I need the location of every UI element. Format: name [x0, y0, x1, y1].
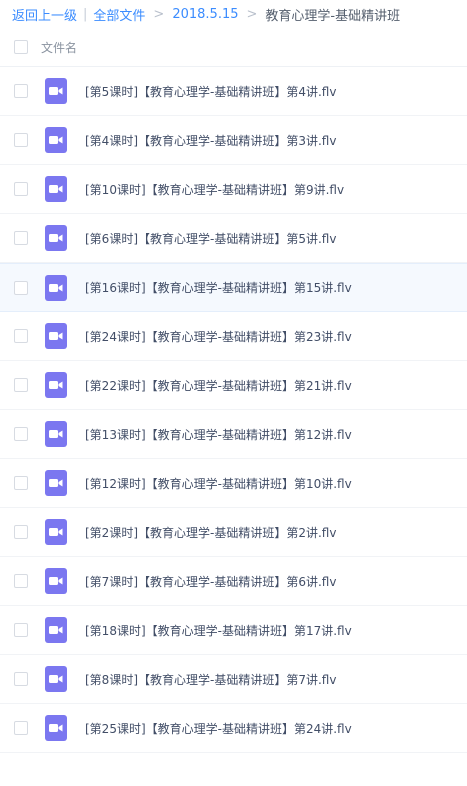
- file-row[interactable]: [第8课时]【教育心理学-基础精讲班】第7讲.flv: [0, 655, 467, 704]
- file-row[interactable]: [第22课时]【教育心理学-基础精讲班】第21讲.flv: [0, 361, 467, 410]
- file-name[interactable]: [第10课时]【教育心理学-基础精讲班】第9讲.flv: [85, 181, 344, 198]
- breadcrumb: 返回上一级 | 全部文件 > 2018.5.15 > 教育心理学-基础精讲班: [0, 0, 467, 28]
- video-file-icon: [45, 421, 67, 447]
- file-name[interactable]: [第5课时]【教育心理学-基础精讲班】第4讲.flv: [85, 83, 336, 100]
- row-checkbox[interactable]: [14, 672, 28, 686]
- row-checkbox[interactable]: [14, 574, 28, 588]
- file-row[interactable]: [第6课时]【教育心理学-基础精讲班】第5讲.flv: [0, 214, 467, 263]
- filename-column-header[interactable]: 文件名: [41, 39, 77, 56]
- file-name[interactable]: [第25课时]【教育心理学-基础精讲班】第24讲.flv: [85, 720, 352, 737]
- select-all-checkbox[interactable]: [14, 40, 28, 54]
- video-file-icon: [45, 470, 67, 496]
- video-file-icon: [45, 225, 67, 251]
- breadcrumb-all-files[interactable]: 全部文件: [93, 5, 145, 24]
- breadcrumb-arrow: >: [246, 6, 258, 22]
- file-name[interactable]: [第18课时]【教育心理学-基础精讲班】第17讲.flv: [85, 622, 352, 639]
- row-checkbox[interactable]: [14, 182, 28, 196]
- video-file-icon: [45, 274, 67, 301]
- file-name[interactable]: [第12课时]【教育心理学-基础精讲班】第10讲.flv: [85, 475, 352, 492]
- file-name[interactable]: [第13课时]【教育心理学-基础精讲班】第12讲.flv: [85, 426, 352, 443]
- row-checkbox[interactable]: [14, 721, 28, 735]
- file-row[interactable]: [第12课时]【教育心理学-基础精讲班】第10讲.flv: [0, 459, 467, 508]
- video-file-icon: [45, 519, 67, 545]
- file-name[interactable]: [第7课时]【教育心理学-基础精讲班】第6讲.flv: [85, 573, 336, 590]
- breadcrumb-divider: |: [83, 6, 88, 22]
- file-row[interactable]: [第25课时]【教育心理学-基础精讲班】第24讲.flv: [0, 704, 467, 753]
- row-checkbox[interactable]: [14, 623, 28, 637]
- row-checkbox[interactable]: [14, 84, 28, 98]
- row-checkbox[interactable]: [14, 525, 28, 539]
- file-name[interactable]: [第6课时]【教育心理学-基础精讲班】第5讲.flv: [85, 230, 336, 247]
- video-file-icon: [45, 617, 67, 643]
- video-file-icon: [45, 715, 67, 741]
- file-row[interactable]: [第18课时]【教育心理学-基础精讲班】第17讲.flv: [0, 606, 467, 655]
- row-checkbox[interactable]: [14, 280, 28, 295]
- file-name[interactable]: [第4课时]【教育心理学-基础精讲班】第3讲.flv: [85, 132, 336, 149]
- file-name[interactable]: [第8课时]【教育心理学-基础精讲班】第7讲.flv: [85, 671, 336, 688]
- list-header: 文件名: [0, 28, 467, 67]
- file-browser: 返回上一级 | 全部文件 > 2018.5.15 > 教育心理学-基础精讲班 文…: [0, 0, 467, 786]
- video-file-icon: [45, 176, 67, 202]
- row-checkbox[interactable]: [14, 378, 28, 392]
- video-file-icon: [45, 568, 67, 594]
- video-file-icon: [45, 323, 67, 349]
- breadcrumb-current: 教育心理学-基础精讲班: [265, 8, 401, 24]
- file-name[interactable]: [第22课时]【教育心理学-基础精讲班】第21讲.flv: [85, 377, 352, 394]
- file-list: [第5课时]【教育心理学-基础精讲班】第4讲.flv [第4课时]【教育心理学-基…: [0, 67, 467, 753]
- video-file-icon: [45, 666, 67, 692]
- file-name[interactable]: [第2课时]【教育心理学-基础精讲班】第2讲.flv: [85, 524, 336, 541]
- video-file-icon: [45, 127, 67, 153]
- file-name[interactable]: [第16课时]【教育心理学-基础精讲班】第15讲.flv: [85, 279, 352, 296]
- file-row[interactable]: [第24课时]【教育心理学-基础精讲班】第23讲.flv: [0, 312, 467, 361]
- video-file-icon: [45, 78, 67, 104]
- file-row[interactable]: [第4课时]【教育心理学-基础精讲班】第3讲.flv: [0, 116, 467, 165]
- row-checkbox[interactable]: [14, 133, 28, 147]
- file-row[interactable]: [第10课时]【教育心理学-基础精讲班】第9讲.flv: [0, 165, 467, 214]
- row-checkbox[interactable]: [14, 329, 28, 343]
- video-file-icon: [45, 372, 67, 398]
- row-checkbox[interactable]: [14, 231, 28, 245]
- file-row[interactable]: [第2课时]【教育心理学-基础精讲班】第2讲.flv: [0, 508, 467, 557]
- file-row[interactable]: [第5课时]【教育心理学-基础精讲班】第4讲.flv: [0, 67, 467, 116]
- file-row[interactable]: [第16课时]【教育心理学-基础精讲班】第15讲.flv: [0, 263, 467, 312]
- breadcrumb-arrow: >: [153, 6, 165, 22]
- back-link[interactable]: 返回上一级: [12, 5, 77, 24]
- file-row[interactable]: [第13课时]【教育心理学-基础精讲班】第12讲.flv: [0, 410, 467, 459]
- row-checkbox[interactable]: [14, 476, 28, 490]
- row-checkbox[interactable]: [14, 427, 28, 441]
- breadcrumb-folder-date[interactable]: 2018.5.15: [172, 7, 238, 22]
- file-row[interactable]: [第7课时]【教育心理学-基础精讲班】第6讲.flv: [0, 557, 467, 606]
- file-name[interactable]: [第24课时]【教育心理学-基础精讲班】第23讲.flv: [85, 328, 352, 345]
